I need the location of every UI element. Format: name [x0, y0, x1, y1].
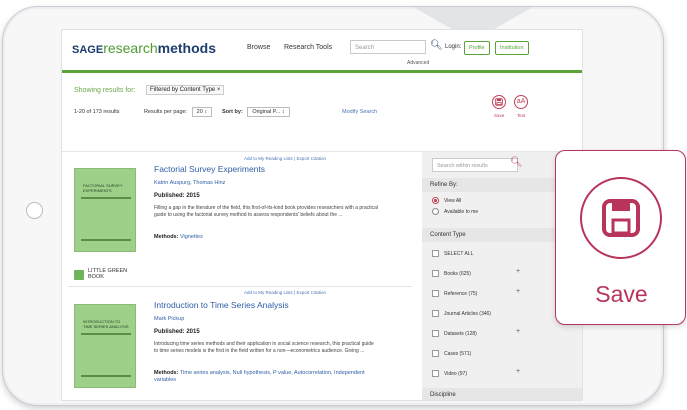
result-authors[interactable]: Katrin Auspurg, Thomas Hinz: [154, 180, 225, 186]
book-icon: [74, 270, 84, 280]
content-type-checkbox[interactable]: [432, 270, 439, 277]
add-to-reading-list-link[interactable]: Add to My Reading Lists | Export Citatio…: [244, 290, 326, 295]
sort-select[interactable]: Original P... ↕: [247, 107, 290, 117]
discipline-heading: Discipline: [422, 388, 582, 400]
cover-title: FACTORIAL SURVEY EXPERIMENTS: [83, 183, 123, 193]
result-methods: Methods: Time series analysis, Null hypo…: [154, 370, 379, 384]
nav-research-tools[interactable]: Research Tools: [284, 44, 332, 51]
content-type-label: Video (97): [444, 371, 467, 377]
content-type-label: Cases (571): [444, 351, 472, 357]
content-type-checkbox[interactable]: [432, 310, 439, 317]
save-callout[interactable]: Save: [555, 150, 686, 325]
methods-value[interactable]: Time series analysis, Null hypothesis, P…: [154, 370, 365, 383]
available-radio[interactable]: [432, 208, 439, 215]
content-type-checkbox[interactable]: [432, 350, 439, 357]
save-callout-circle: [580, 177, 662, 259]
results-count: 1-20 of 173 results: [74, 109, 120, 115]
expand-plus-icon[interactable]: +: [516, 328, 520, 335]
result-authors[interactable]: Mark Pickup: [154, 316, 184, 322]
site-logo[interactable]: SAGEresearchmethods: [72, 40, 216, 56]
save-tool-button[interactable]: [492, 95, 506, 109]
book-cover[interactable]: INTRODUCTION TO TIME SERIES ANALYSIS: [74, 304, 136, 388]
list-item: Add to My Reading Lists | Export Citatio…: [62, 152, 422, 284]
expand-plus-icon[interactable]: +: [516, 268, 520, 275]
showing-results-label: Showing results for:: [74, 87, 136, 94]
home-button[interactable]: [26, 202, 43, 219]
content-type-label: Books (625): [444, 271, 471, 277]
content-type-label: Journal Articles (346): [444, 311, 491, 317]
login-label: Login:: [445, 44, 462, 50]
institution-button[interactable]: Institution: [495, 41, 529, 55]
logo-sage-text: SAGE: [72, 44, 104, 56]
available-label: Available to me: [444, 209, 479, 215]
logo-research-text: research: [103, 40, 158, 56]
site-header: SAGEresearchmethods Browse Research Tool…: [62, 30, 582, 73]
cover-stripe: [81, 333, 131, 335]
results-list: Add to My Reading Lists | Export Citatio…: [62, 152, 422, 400]
content-type-checkbox[interactable]: [432, 330, 439, 337]
list-item: Add to My Reading Lists | Export Citatio…: [62, 288, 422, 400]
text-size-icon: aA: [516, 98, 526, 105]
add-to-reading-list-link[interactable]: Add to My Reading Lists | Export Citatio…: [244, 156, 326, 161]
tablet-screen: SAGEresearchmethods Browse Research Tool…: [61, 29, 583, 401]
per-page-control: Results per page: 20 ↕: [144, 107, 213, 117]
view-all-radio[interactable]: [432, 197, 439, 204]
text-size-tool-button[interactable]: aA: [514, 95, 528, 109]
result-description: Filling a gap in the literature of the f…: [154, 205, 378, 218]
content-type-checkbox[interactable]: [432, 290, 439, 297]
filter-chip[interactable]: Filtered by Content Type ×: [146, 85, 225, 95]
cover-stripe: [81, 375, 131, 377]
nav-browse[interactable]: Browse: [247, 44, 270, 51]
result-methods: Methods: Vignettes: [154, 234, 379, 241]
content-type-checkbox[interactable]: [432, 370, 439, 377]
modify-search-link[interactable]: Modify Search: [342, 109, 377, 115]
content-type-label: Datasets (128): [444, 331, 477, 337]
sort-value: Original P...: [252, 109, 281, 115]
per-page-value: 20: [196, 109, 203, 115]
save-callout-label: Save: [595, 281, 648, 307]
save-icon: [495, 97, 503, 106]
result-divider: [68, 286, 412, 287]
result-title[interactable]: Introduction to Time Series Analysis: [154, 300, 289, 310]
result-description: Introducing time series methods and thei…: [154, 341, 374, 354]
sort-control: Sort by: Original P... ↕: [222, 107, 290, 117]
methods-label: Methods:: [154, 370, 179, 376]
result-published: Published: 2015: [154, 193, 200, 199]
cover-title: INTRODUCTION TO TIME SERIES ANALYSIS: [83, 319, 129, 329]
cover-stripe: [81, 197, 131, 199]
profile-button[interactable]: Profile: [464, 41, 490, 55]
methods-label: Methods:: [154, 234, 179, 240]
text-tool-label: Text: [517, 113, 526, 118]
advanced-search-link[interactable]: Advanced: [407, 60, 429, 66]
search-icon[interactable]: 🔍︎: [510, 157, 523, 168]
save-tool-label: Save: [494, 113, 505, 118]
select-all-label: SELECT ALL: [444, 251, 474, 257]
search-within-input[interactable]: Search within results: [432, 158, 518, 172]
select-all-checkbox[interactable]: [432, 250, 439, 257]
search-input[interactable]: Search: [350, 40, 426, 54]
save-icon: [602, 199, 640, 237]
book-cover[interactable]: FACTORIAL SURVEY EXPERIMENTS: [74, 168, 136, 252]
book-type-label: LITTLE GREEN BOOK: [88, 268, 128, 280]
methods-value[interactable]: Vignettes: [180, 234, 203, 240]
per-page-select[interactable]: 20 ↕: [191, 107, 213, 117]
per-page-label: Results per page:: [144, 109, 188, 115]
result-title[interactable]: Factorial Survey Experiments: [154, 164, 265, 174]
result-published: Published: 2015: [154, 329, 200, 335]
cover-stripe: [81, 239, 131, 241]
search-icon[interactable]: 🔍︎: [430, 40, 443, 51]
sort-label: Sort by:: [222, 109, 243, 115]
view-all-label: View All: [444, 198, 462, 204]
expand-plus-icon[interactable]: +: [516, 368, 520, 375]
expand-plus-icon[interactable]: +: [516, 288, 520, 295]
results-toolbar: Showing results for: Filtered by Content…: [62, 73, 582, 152]
content-type-label: Reference (75): [444, 291, 478, 297]
logo-methods-text: methods: [157, 40, 216, 56]
